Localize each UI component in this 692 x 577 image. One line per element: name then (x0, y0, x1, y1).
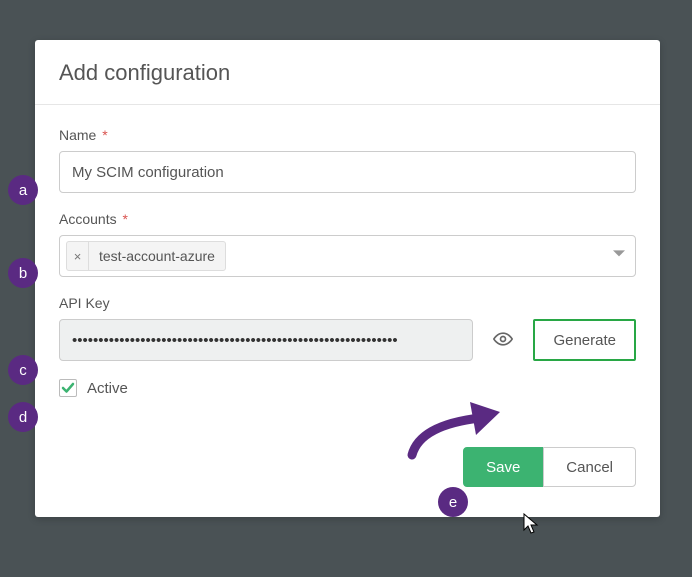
save-button[interactable]: Save (463, 447, 543, 487)
name-label-text: Name (59, 127, 96, 143)
config-modal: Add configuration Name * Accounts * × te… (35, 40, 660, 517)
name-field: Name * (59, 127, 636, 193)
tag-remove-icon[interactable]: × (67, 242, 89, 270)
callout-a: a (8, 175, 38, 205)
active-row: Active (59, 379, 636, 397)
cancel-button[interactable]: Cancel (543, 447, 636, 487)
generate-button[interactable]: Generate (533, 319, 636, 361)
callout-b: b (8, 258, 38, 288)
apikey-row: Generate (59, 319, 636, 361)
chevron-down-icon[interactable] (613, 247, 625, 265)
tag-label: test-account-azure (89, 248, 225, 264)
modal-footer: Save Cancel (35, 447, 660, 517)
active-label: Active (87, 380, 128, 397)
eye-icon (493, 329, 513, 352)
accounts-label: Accounts * (59, 211, 636, 227)
modal-header: Add configuration (35, 40, 660, 105)
callout-e: e (438, 487, 468, 517)
modal-title: Add configuration (59, 60, 636, 86)
apikey-label: API Key (59, 295, 636, 311)
name-label: Name * (59, 127, 636, 143)
modal-body: Name * Accounts * × test-account-azure (35, 105, 660, 447)
accounts-select[interactable]: × test-account-azure (59, 235, 636, 277)
account-tag: × test-account-azure (66, 241, 226, 271)
callout-c: c (8, 355, 38, 385)
apikey-field: API Key Generate (59, 295, 636, 361)
accounts-field: Accounts * × test-account-azure (59, 211, 636, 277)
required-asterisk: * (122, 211, 127, 227)
check-icon (61, 381, 75, 395)
name-input[interactable] (59, 151, 636, 193)
required-asterisk: * (102, 127, 107, 143)
reveal-button[interactable] (483, 319, 523, 361)
callout-d: d (8, 402, 38, 432)
active-checkbox[interactable] (59, 379, 77, 397)
apikey-input[interactable] (59, 319, 473, 361)
accounts-label-text: Accounts (59, 211, 117, 227)
